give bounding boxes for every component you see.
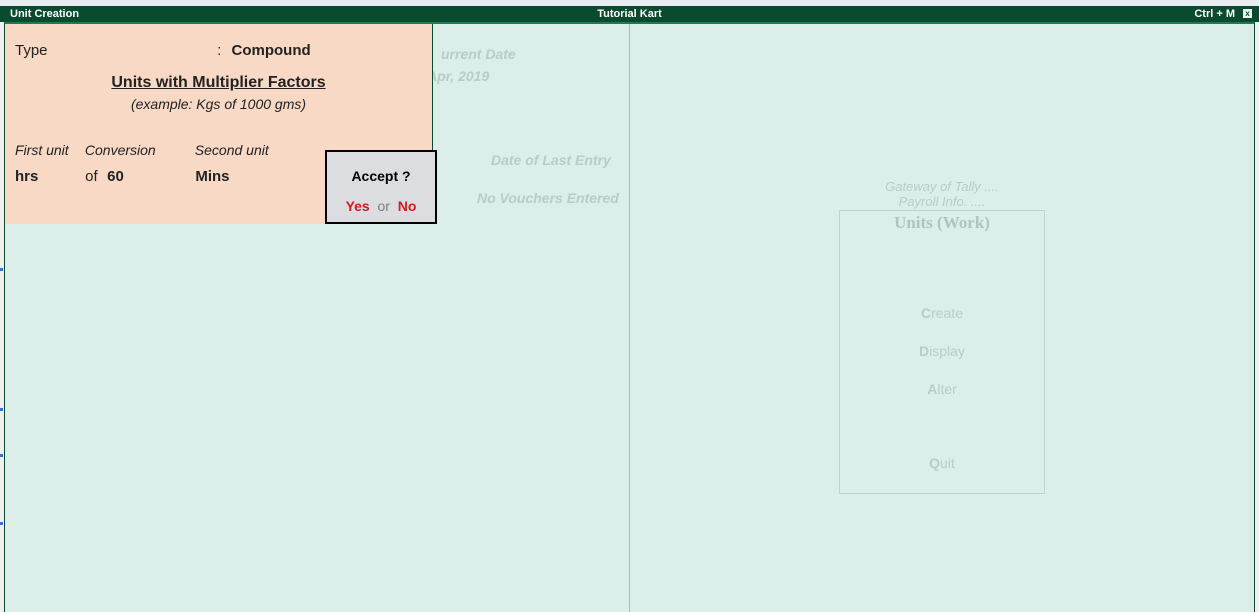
accept-question: Accept ? [327, 168, 435, 184]
value-row: hrs of60 Mins [15, 168, 305, 185]
second-unit-value[interactable]: Mins [195, 168, 305, 185]
left-panel-mark [0, 454, 3, 457]
accept-or-label: or [374, 198, 394, 214]
section-example: (example: Kgs of 1000 gms) [5, 96, 432, 112]
conversion-value[interactable]: 60 [107, 168, 191, 185]
gateway-item-alter[interactable]: Alter [840, 381, 1044, 397]
left-panel-mark [0, 522, 3, 525]
gateway-item-display[interactable]: Display [840, 343, 1044, 359]
gateway-breadcrumbs: Gateway of Tally .... Payroll Info. .... [840, 179, 1044, 209]
left-panel-mark [0, 268, 3, 271]
header-second-unit: Second unit [195, 142, 305, 158]
left-panel-mark [0, 408, 3, 411]
last-entry-label: Date of Last Entry [491, 152, 611, 168]
type-value[interactable]: Compound [232, 42, 311, 59]
gateway-item-create-label: reate [931, 305, 963, 321]
accept-dialog: Accept ? Yes or No [325, 150, 437, 224]
close-icon[interactable]: x [1242, 8, 1253, 19]
gateway-heading: Units (Work) [840, 211, 1044, 233]
type-colon: : [217, 42, 221, 59]
gateway-item-quit[interactable]: Quit [840, 455, 1044, 471]
first-unit-value[interactable]: hrs [15, 168, 81, 185]
current-date-label: urrent Date [441, 46, 516, 62]
type-row: Type : Compound [15, 42, 311, 59]
of-label: of [85, 168, 107, 185]
section-title: Units with Multiplier Factors [5, 74, 432, 92]
gateway-item-quit-hotkey: Q [929, 455, 940, 471]
gateway-item-create[interactable]: Create [840, 305, 1044, 321]
gateway-item-alter-label: lter [937, 381, 956, 397]
gateway-crumb-2: Payroll Info. .... [840, 194, 1044, 209]
gateway-menu: Gateway of Tally .... Payroll Info. ....… [839, 210, 1045, 494]
workspace: urrent Date ay, 1 Apr, 2019 Date of Last… [4, 22, 1255, 612]
column-headers: First unit Conversion Second unit [15, 142, 305, 158]
header-first-unit: First unit [15, 142, 81, 158]
gateway-crumb-1: Gateway of Tally .... [840, 179, 1044, 194]
gateway-item-display-label: isplay [929, 343, 965, 359]
title-center: Tutorial Kart [0, 6, 1259, 22]
accept-no-button[interactable]: No [398, 198, 417, 214]
header-conversion: Conversion [85, 142, 191, 158]
section-title-text: Units with Multiplier Factors [111, 74, 325, 91]
accept-yes-button[interactable]: Yes [346, 198, 370, 214]
gateway-item-quit-label: uit [940, 455, 955, 471]
title-bar: Unit Creation Tutorial Kart Ctrl + M x [0, 6, 1259, 22]
gateway-item-alter-hotkey: A [927, 381, 937, 397]
type-label: Type [15, 42, 213, 59]
gateway-item-display-hotkey: D [919, 343, 929, 359]
gateway-item-create-hotkey: C [921, 305, 931, 321]
last-entry-value: No Vouchers Entered [477, 190, 619, 206]
accept-options: Yes or No [327, 198, 435, 214]
title-shortcut: Ctrl + M [1194, 6, 1235, 22]
vertical-divider [629, 24, 630, 612]
